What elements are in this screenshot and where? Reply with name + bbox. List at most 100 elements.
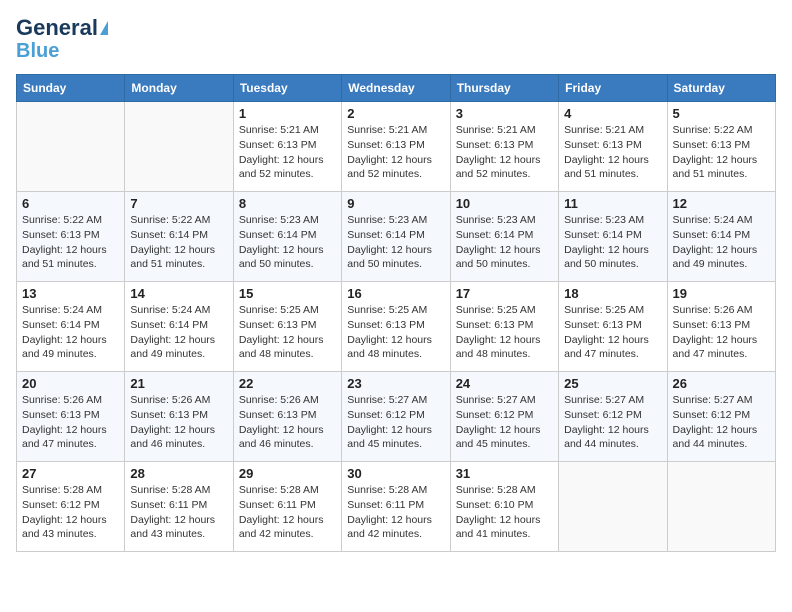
calendar-cell: 3 Sunrise: 5:21 AM Sunset: 6:13 PM Daylig…: [450, 102, 558, 192]
calendar-cell: 24Sunrise: 5:27 AM Sunset: 6:12 PM Dayli…: [450, 372, 558, 462]
logo: General Blue: [16, 16, 108, 62]
day-number: 30: [347, 466, 444, 481]
calendar-week-1: 1 Sunrise: 5:21 AM Sunset: 6:13 PM Daylig…: [17, 102, 776, 192]
calendar-cell: 26 Sunrise: 5:27 AM Sunset: 6:12 PM Dayli…: [667, 372, 775, 462]
logo-triangle-icon: [100, 21, 108, 35]
calendar-cell: [17, 102, 125, 192]
day-info: Sunrise: 5:28 AM Sunset: 6:11 PM Dayligh…: [347, 483, 444, 542]
day-number: 1: [239, 106, 336, 121]
calendar-cell: 27 Sunrise: 5:28 AM Sunset: 6:12 PM Dayli…: [17, 462, 125, 552]
day-number: 6: [22, 196, 119, 211]
calendar-table: SundayMondayTuesdayWednesdayThursdayFrid…: [16, 74, 776, 552]
calendar-cell: 20 Sunrise: 5:26 AM Sunset: 6:13 PM Dayli…: [17, 372, 125, 462]
weekday-row: SundayMondayTuesdayWednesdayThursdayFrid…: [17, 75, 776, 102]
day-number: 4: [564, 106, 661, 121]
logo-text-blue: Blue: [16, 40, 59, 62]
calendar-cell: 7 Sunrise: 5:22 AM Sunset: 6:14 PM Daylig…: [125, 192, 233, 282]
calendar-cell: 18 Sunrise: 5:25 AM Sunset: 6:13 PM Dayli…: [559, 282, 667, 372]
calendar-cell: 12 Sunrise: 5:24 AM Sunset: 6:14 PM Dayli…: [667, 192, 775, 282]
calendar-header: SundayMondayTuesdayWednesdayThursdayFrid…: [17, 75, 776, 102]
calendar-cell: 25 Sunrise: 5:27 AM Sunset: 6:12 PM Dayli…: [559, 372, 667, 462]
calendar-cell: 23Sunrise: 5:27 AM Sunset: 6:12 PM Dayli…: [342, 372, 450, 462]
day-info: Sunrise: 5:27 AM Sunset: 6:12 PM Dayligh…: [456, 393, 553, 452]
day-info: Sunrise: 5:27 AM Sunset: 6:12 PM Dayligh…: [673, 393, 770, 452]
weekday-header-thursday: Thursday: [450, 75, 558, 102]
day-number: 25: [564, 376, 661, 391]
day-number: 8: [239, 196, 336, 211]
calendar-cell: 29 Sunrise: 5:28 AM Sunset: 6:11 PM Dayli…: [233, 462, 341, 552]
calendar-cell: 2Sunrise: 5:21 AM Sunset: 6:13 PM Daylig…: [342, 102, 450, 192]
day-info: Sunrise: 5:28 AM Sunset: 6:12 PM Dayligh…: [22, 483, 119, 542]
day-info: Sunrise: 5:23 AM Sunset: 6:14 PM Dayligh…: [564, 213, 661, 272]
calendar-cell: 21Sunrise: 5:26 AM Sunset: 6:13 PM Dayli…: [125, 372, 233, 462]
day-number: 26: [673, 376, 770, 391]
day-info: Sunrise: 5:21 AM Sunset: 6:13 PM Dayligh…: [239, 123, 336, 182]
day-info: Sunrise: 5:21 AM Sunset: 6:13 PM Dayligh…: [456, 123, 553, 182]
day-number: 7: [130, 196, 227, 211]
day-info: Sunrise: 5:28 AM Sunset: 6:11 PM Dayligh…: [130, 483, 227, 542]
day-info: Sunrise: 5:24 AM Sunset: 6:14 PM Dayligh…: [22, 303, 119, 362]
day-info: Sunrise: 5:25 AM Sunset: 6:13 PM Dayligh…: [347, 303, 444, 362]
calendar-cell: 14 Sunrise: 5:24 AM Sunset: 6:14 PM Dayli…: [125, 282, 233, 372]
weekday-header-friday: Friday: [559, 75, 667, 102]
calendar-cell: 4 Sunrise: 5:21 AM Sunset: 6:13 PM Daylig…: [559, 102, 667, 192]
day-info: Sunrise: 5:22 AM Sunset: 6:14 PM Dayligh…: [130, 213, 227, 272]
calendar-cell: 15Sunrise: 5:25 AM Sunset: 6:13 PM Dayli…: [233, 282, 341, 372]
calendar-cell: [667, 462, 775, 552]
day-info: Sunrise: 5:28 AM Sunset: 6:10 PM Dayligh…: [456, 483, 553, 542]
day-number: 12: [673, 196, 770, 211]
day-info: Sunrise: 5:23 AM Sunset: 6:14 PM Dayligh…: [347, 213, 444, 272]
day-info: Sunrise: 5:27 AM Sunset: 6:12 PM Dayligh…: [347, 393, 444, 452]
day-number: 22: [239, 376, 336, 391]
weekday-header-saturday: Saturday: [667, 75, 775, 102]
day-number: 19: [673, 286, 770, 301]
day-info: Sunrise: 5:22 AM Sunset: 6:13 PM Dayligh…: [22, 213, 119, 272]
calendar-week-3: 13Sunrise: 5:24 AM Sunset: 6:14 PM Dayli…: [17, 282, 776, 372]
calendar-cell: 9 Sunrise: 5:23 AM Sunset: 6:14 PM Daylig…: [342, 192, 450, 282]
calendar-cell: 5 Sunrise: 5:22 AM Sunset: 6:13 PM Daylig…: [667, 102, 775, 192]
day-number: 5: [673, 106, 770, 121]
calendar-week-4: 20 Sunrise: 5:26 AM Sunset: 6:13 PM Dayli…: [17, 372, 776, 462]
day-number: 10: [456, 196, 553, 211]
day-number: 11: [564, 196, 661, 211]
calendar-week-5: 27 Sunrise: 5:28 AM Sunset: 6:12 PM Dayli…: [17, 462, 776, 552]
day-info: Sunrise: 5:27 AM Sunset: 6:12 PM Dayligh…: [564, 393, 661, 452]
calendar-week-2: 6 Sunrise: 5:22 AM Sunset: 6:13 PM Daylig…: [17, 192, 776, 282]
day-number: 9: [347, 196, 444, 211]
day-info: Sunrise: 5:21 AM Sunset: 6:13 PM Dayligh…: [564, 123, 661, 182]
day-number: 16: [347, 286, 444, 301]
day-info: Sunrise: 5:26 AM Sunset: 6:13 PM Dayligh…: [22, 393, 119, 452]
weekday-header-monday: Monday: [125, 75, 233, 102]
day-number: 17: [456, 286, 553, 301]
day-number: 3: [456, 106, 553, 121]
day-number: 14: [130, 286, 227, 301]
calendar-cell: 16 Sunrise: 5:25 AM Sunset: 6:13 PM Dayli…: [342, 282, 450, 372]
weekday-header-sunday: Sunday: [17, 75, 125, 102]
day-number: 27: [22, 466, 119, 481]
day-info: Sunrise: 5:23 AM Sunset: 6:14 PM Dayligh…: [239, 213, 336, 272]
day-number: 18: [564, 286, 661, 301]
calendar-cell: 8 Sunrise: 5:23 AM Sunset: 6:14 PM Daylig…: [233, 192, 341, 282]
day-number: 20: [22, 376, 119, 391]
logo-text-general: General: [16, 16, 98, 40]
calendar-cell: 31 Sunrise: 5:28 AM Sunset: 6:10 PM Dayli…: [450, 462, 558, 552]
day-info: Sunrise: 5:22 AM Sunset: 6:13 PM Dayligh…: [673, 123, 770, 182]
day-info: Sunrise: 5:28 AM Sunset: 6:11 PM Dayligh…: [239, 483, 336, 542]
day-info: Sunrise: 5:21 AM Sunset: 6:13 PM Dayligh…: [347, 123, 444, 182]
weekday-header-tuesday: Tuesday: [233, 75, 341, 102]
day-info: Sunrise: 5:24 AM Sunset: 6:14 PM Dayligh…: [673, 213, 770, 272]
calendar-cell: 1 Sunrise: 5:21 AM Sunset: 6:13 PM Daylig…: [233, 102, 341, 192]
calendar-cell: 30 Sunrise: 5:28 AM Sunset: 6:11 PM Dayli…: [342, 462, 450, 552]
calendar-cell: 6 Sunrise: 5:22 AM Sunset: 6:13 PM Daylig…: [17, 192, 125, 282]
day-info: Sunrise: 5:24 AM Sunset: 6:14 PM Dayligh…: [130, 303, 227, 362]
day-number: 31: [456, 466, 553, 481]
day-info: Sunrise: 5:26 AM Sunset: 6:13 PM Dayligh…: [239, 393, 336, 452]
day-info: Sunrise: 5:25 AM Sunset: 6:13 PM Dayligh…: [239, 303, 336, 362]
day-info: Sunrise: 5:25 AM Sunset: 6:13 PM Dayligh…: [564, 303, 661, 362]
day-number: 29: [239, 466, 336, 481]
calendar-cell: 11 Sunrise: 5:23 AM Sunset: 6:14 PM Dayli…: [559, 192, 667, 282]
calendar-cell: 22 Sunrise: 5:26 AM Sunset: 6:13 PM Dayli…: [233, 372, 341, 462]
calendar-cell: 28Sunrise: 5:28 AM Sunset: 6:11 PM Dayli…: [125, 462, 233, 552]
calendar-cell: 13Sunrise: 5:24 AM Sunset: 6:14 PM Dayli…: [17, 282, 125, 372]
day-info: Sunrise: 5:26 AM Sunset: 6:13 PM Dayligh…: [673, 303, 770, 362]
